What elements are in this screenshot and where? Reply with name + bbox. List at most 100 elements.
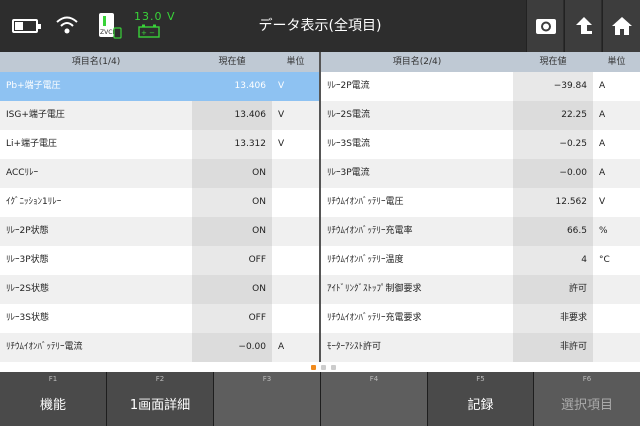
home-button[interactable] xyxy=(602,0,640,52)
back-button[interactable] xyxy=(564,0,601,52)
current-value: 66.5 xyxy=(513,217,593,246)
table-row[interactable]: ﾘﾁｳﾑｲｵﾝﾊﾞｯﾃﾘｰ電流 −0.00 A xyxy=(0,333,319,362)
fkey-label: 選択項目 xyxy=(560,398,613,413)
table-row[interactable]: ﾓｰﾀｰｱｼｽﾄ許可 非許可 xyxy=(321,333,640,362)
item-name: ﾘﾚｰ3P状態 xyxy=(6,255,49,265)
battery-voltage: 13.0 V xyxy=(134,10,176,23)
table-row[interactable]: ISG+端子電圧 13.406 V xyxy=(0,101,319,130)
current-value: 13.312 xyxy=(192,130,272,159)
unit: A xyxy=(599,110,606,120)
unit: V xyxy=(278,110,285,120)
fkey-number: F1 xyxy=(48,375,58,383)
table-row[interactable]: Pb+端子電圧 13.406 V xyxy=(0,72,319,101)
table-row[interactable]: ACCﾘﾚｰ ON xyxy=(0,159,319,188)
item-name: ﾘﾚｰ3P電流 xyxy=(327,168,370,178)
unit xyxy=(593,304,640,333)
current-value: −39.84 xyxy=(513,72,593,101)
table-row[interactable]: ﾘﾚｰ3S状態 OFF xyxy=(0,304,319,333)
table-row[interactable]: ﾘﾚｰ3P電流 −0.00 A xyxy=(321,159,640,188)
snapshot-button[interactable] xyxy=(526,0,563,52)
table-row[interactable]: ﾘﾁｳﾑｲｵﾝﾊﾞｯﾃﾘｰ電圧 12.562 V xyxy=(321,188,640,217)
table-row[interactable]: ﾘﾚｰ3S電流 −0.25 A xyxy=(321,130,640,159)
f4-button[interactable]: F4 xyxy=(321,372,428,426)
item-name: ﾘﾁｳﾑｲｵﾝﾊﾞｯﾃﾘｰ電流 xyxy=(6,342,83,352)
page-indicator xyxy=(0,362,640,372)
table-header: 項目名(1/4) 現在値 単位 xyxy=(0,52,319,72)
table-row[interactable]: ﾘﾁｳﾑｲｵﾝﾊﾞｯﾃﾘｰ温度 4 °C xyxy=(321,246,640,275)
current-value: 13.406 xyxy=(192,101,272,130)
item-name: ﾘﾚｰ3S状態 xyxy=(6,313,49,323)
table-row[interactable]: ｱｲﾄﾞﾘﾝｸﾞｽﾄｯﾌﾟ制御要求 許可 xyxy=(321,275,640,304)
fkey-number: F4 xyxy=(369,375,379,383)
camera-icon xyxy=(536,19,556,34)
unit: V xyxy=(599,197,606,207)
unit xyxy=(272,246,319,275)
fkey-label: 機能 xyxy=(39,398,66,413)
fkey-number: F5 xyxy=(476,375,485,383)
item-name: Pb+端子電圧 xyxy=(6,81,61,91)
current-value: 非許可 xyxy=(513,333,593,362)
unit xyxy=(593,275,640,304)
current-value: −0.00 xyxy=(192,333,272,362)
fkey-label: 記録 xyxy=(467,398,494,413)
column-header-value: 現在値 xyxy=(539,57,567,67)
item-name: ﾘﾁｳﾑｲｵﾝﾊﾞｯﾃﾘｰ温度 xyxy=(327,255,404,265)
column-header-value: 現在値 xyxy=(218,57,246,67)
unit xyxy=(272,217,319,246)
item-name: ﾘﾁｳﾑｲｵﾝﾊﾞｯﾃﾘｰ充電要求 xyxy=(327,313,422,323)
data-table-left: 項目名(1/4) 現在値 単位 Pb+端子電圧 13.406 V ISG+端子電圧 13… xyxy=(0,52,319,362)
item-name: ﾘﾚｰ2S電流 xyxy=(327,110,370,120)
table-row[interactable]: ﾘﾚｰ2P電流 −39.84 A xyxy=(321,72,640,101)
table-row[interactable]: Li+端子電圧 13.312 V xyxy=(0,130,319,159)
item-name: ｱｲﾄﾞﾘﾝｸﾞｽﾄｯﾌﾟ制御要求 xyxy=(327,284,422,294)
current-value: 非要求 xyxy=(513,304,593,333)
item-name: ｲｸﾞﾆｯｼｮﾝ1ﾘﾚｰ xyxy=(6,197,62,207)
f6-select-items-button[interactable]: F6 選択項目 xyxy=(534,372,640,426)
fkey-label: 1画面詳細 xyxy=(129,398,191,413)
table-row[interactable]: ﾘﾁｳﾑｲｵﾝﾊﾞｯﾃﾘｰ充電率 66.5% xyxy=(321,217,640,246)
unit: °C xyxy=(599,255,610,265)
page-title: データ表示(全項目) xyxy=(258,18,382,34)
f1-function-button[interactable]: F1 機能 xyxy=(0,372,107,426)
item-name: ﾘﾁｳﾑｲｵﾝﾊﾞｯﾃﾘｰ充電率 xyxy=(327,226,413,236)
item-name: ﾘﾁｳﾑｲｵﾝﾊﾞｯﾃﾘｰ電圧 xyxy=(327,197,404,207)
current-value: OFF xyxy=(192,246,272,275)
svg-text:+ −: + − xyxy=(141,29,155,37)
item-name: ﾓｰﾀｰｱｼｽﾄ許可 xyxy=(327,342,382,352)
table-row[interactable]: ﾘﾁｳﾑｲｵﾝﾊﾞｯﾃﾘｰ充電要求 非要求 xyxy=(321,304,640,333)
wifi-icon xyxy=(56,16,78,34)
unit: A xyxy=(278,342,285,352)
item-name: ﾘﾚｰ3S電流 xyxy=(327,139,370,149)
current-value: −0.25 xyxy=(513,130,593,159)
unit: V xyxy=(278,81,285,91)
table-row[interactable]: ﾘﾚｰ2S電流 22.25 A xyxy=(321,101,640,130)
unit: A xyxy=(599,139,606,149)
page-dot[interactable] xyxy=(321,365,326,370)
table-row[interactable]: ｲｸﾞﾆｯｼｮﾝ1ﾘﾚｰ ON xyxy=(0,188,319,217)
column-header-name: 項目名(1/4) xyxy=(71,57,121,67)
vci-device-icon: ZVCI xyxy=(99,13,122,39)
table-row[interactable]: ﾘﾚｰ3P状態 OFF xyxy=(0,246,319,275)
page-dot[interactable] xyxy=(331,365,336,370)
unit xyxy=(272,188,319,217)
current-value: 許可 xyxy=(513,275,593,304)
table-row[interactable]: ﾘﾚｰ2S状態 ON xyxy=(0,275,319,304)
f2-detail-button[interactable]: F2 1画面詳細 xyxy=(107,372,214,426)
unit xyxy=(593,333,640,362)
home-icon xyxy=(612,17,632,35)
page-dot[interactable] xyxy=(311,365,316,370)
item-name: ﾘﾚｰ2S状態 xyxy=(6,284,49,294)
current-value: 13.406 xyxy=(192,72,272,101)
table-row[interactable]: ﾘﾚｰ2P状態 ON xyxy=(0,217,319,246)
unit xyxy=(272,275,319,304)
current-value: ON xyxy=(192,159,272,188)
fkey-number: F2 xyxy=(155,375,165,383)
item-name: Li+端子電圧 xyxy=(6,139,58,149)
current-value: 12.562 xyxy=(513,188,593,217)
f3-button[interactable]: F3 xyxy=(214,372,321,426)
f5-record-button[interactable]: F5 記録 xyxy=(428,372,534,426)
fkey-number: F6 xyxy=(582,375,592,383)
unit: A xyxy=(599,81,606,91)
function-key-bar: F1 機能 F2 1画面詳細 F3 F4 F5 記録 F6 選択項目 xyxy=(0,372,640,426)
column-header-unit: 単位 xyxy=(286,57,305,67)
